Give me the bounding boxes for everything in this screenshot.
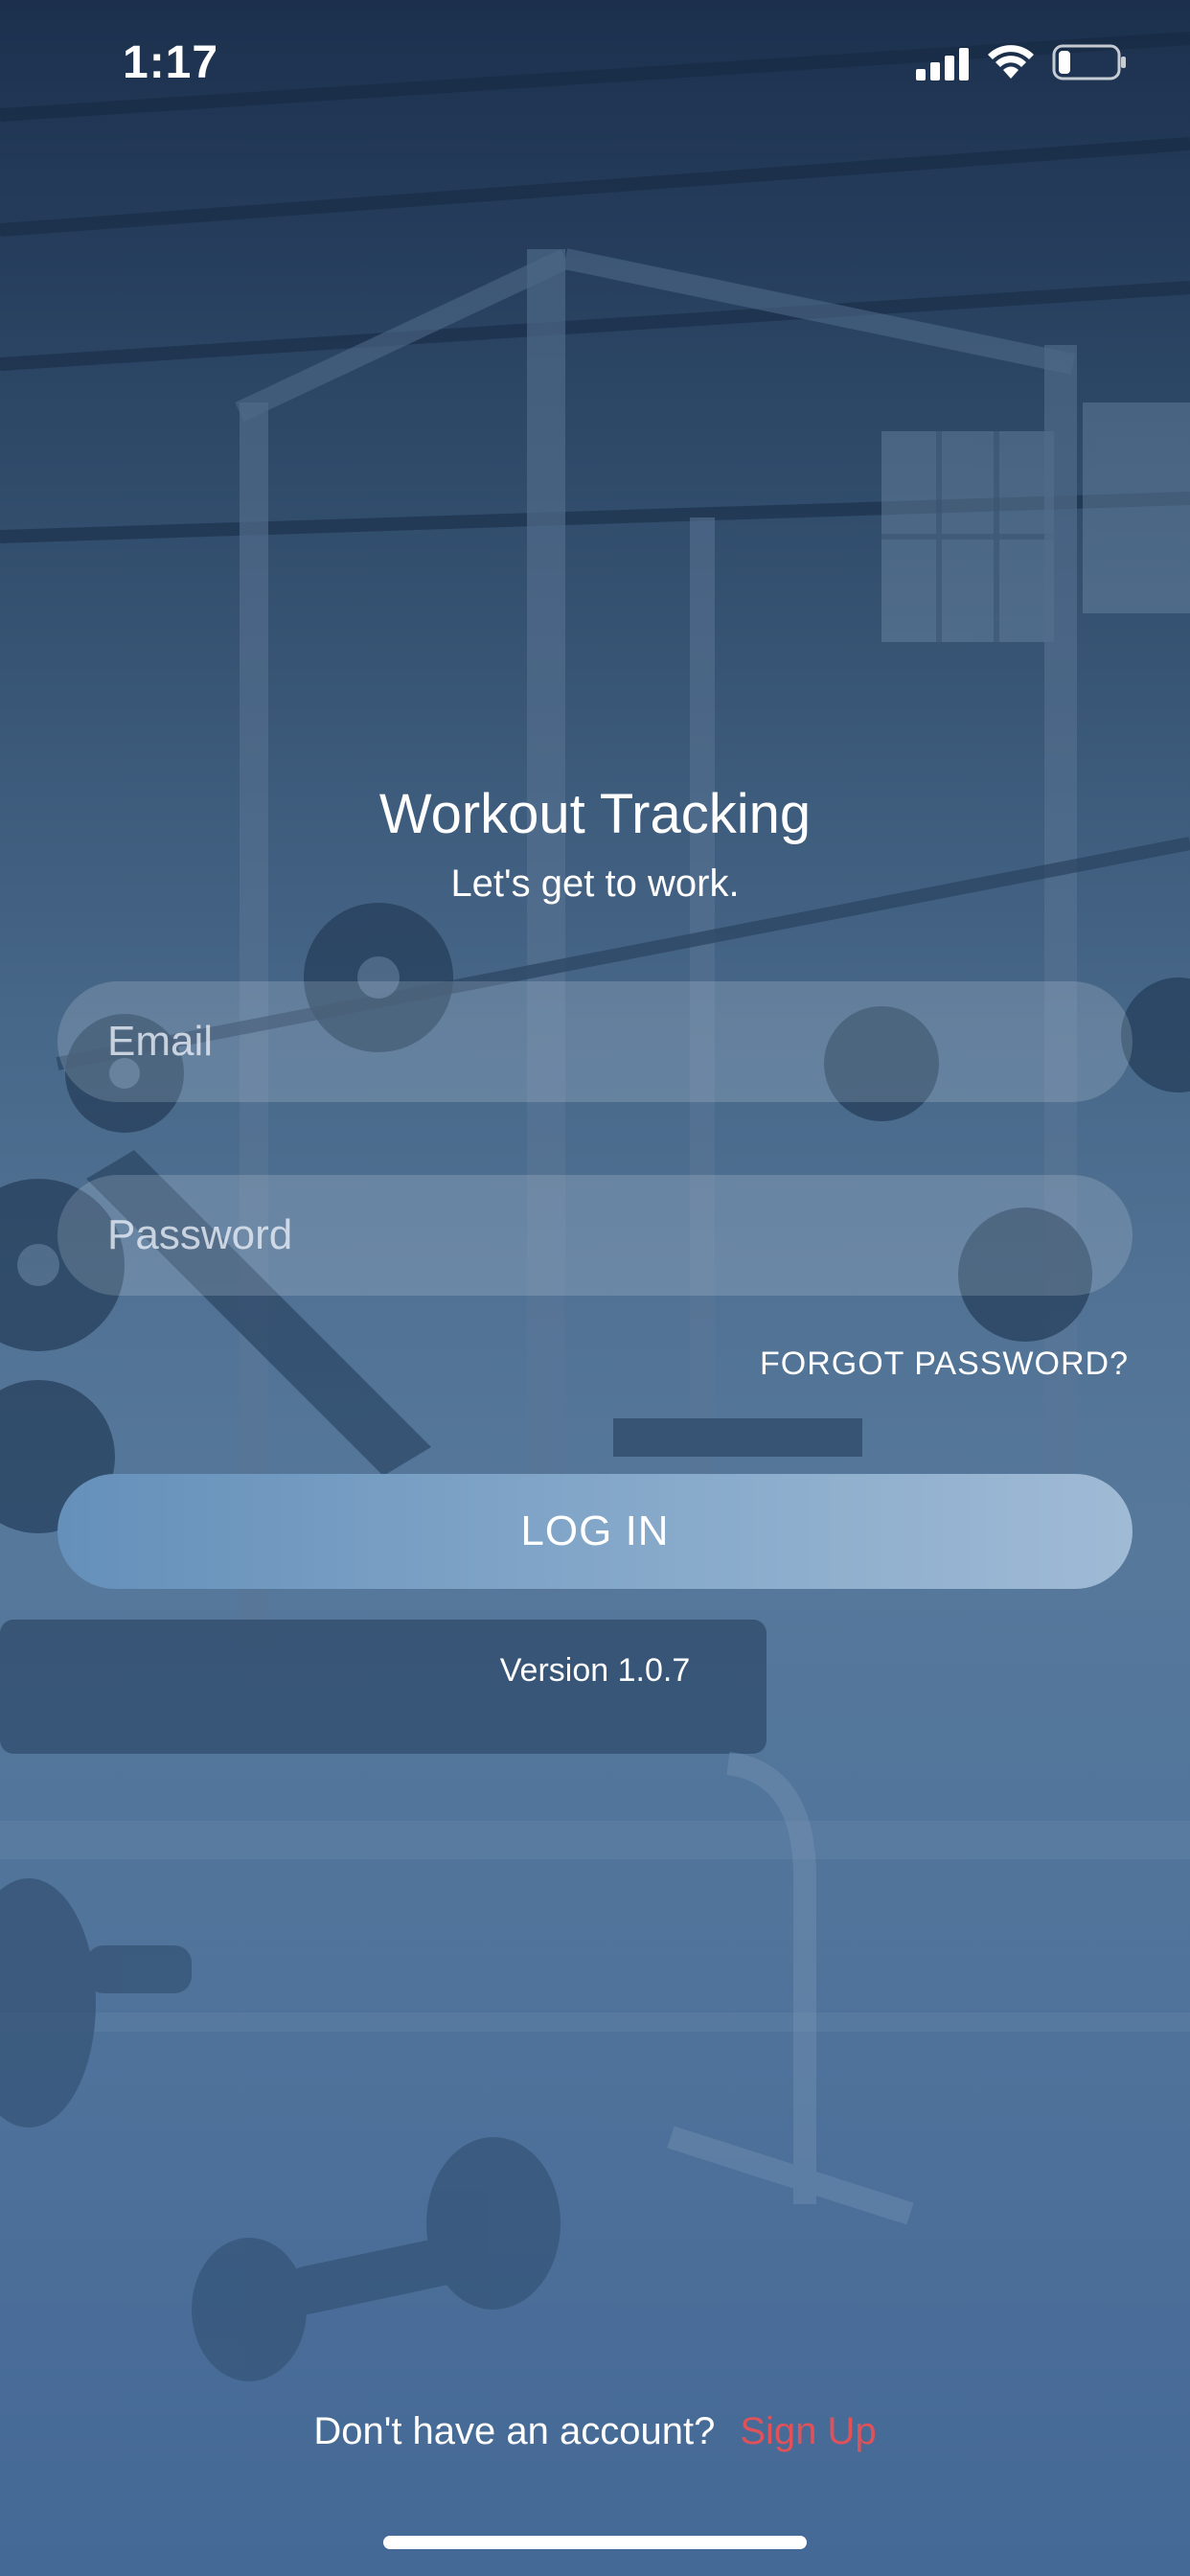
status-time: 1:17 — [123, 37, 219, 88]
app-subtitle: Let's get to work. — [450, 862, 740, 905]
signal-icon — [916, 48, 969, 80]
wifi-icon — [988, 45, 1034, 79]
password-field[interactable] — [57, 1175, 1133, 1296]
login-button[interactable]: LOG IN — [57, 1474, 1133, 1589]
signup-row: Don't have an account? Sign Up — [0, 2410, 1190, 2453]
version-label: Version 1.0.7 — [499, 1652, 691, 1689]
forgot-password-link[interactable]: FORGOT PASSWORD? — [760, 1346, 1129, 1383]
home-indicator[interactable] — [383, 2536, 807, 2549]
signup-prompt: Don't have an account? — [313, 2410, 716, 2452]
app-title: Workout Tracking — [378, 783, 812, 845]
battery-icon — [1052, 44, 1126, 80]
email-field[interactable] — [57, 981, 1133, 1102]
signup-link[interactable]: Sign Up — [740, 2410, 876, 2452]
login-screen: 1:17 Workout Tracking Let's get to work.… — [0, 0, 1190, 2576]
